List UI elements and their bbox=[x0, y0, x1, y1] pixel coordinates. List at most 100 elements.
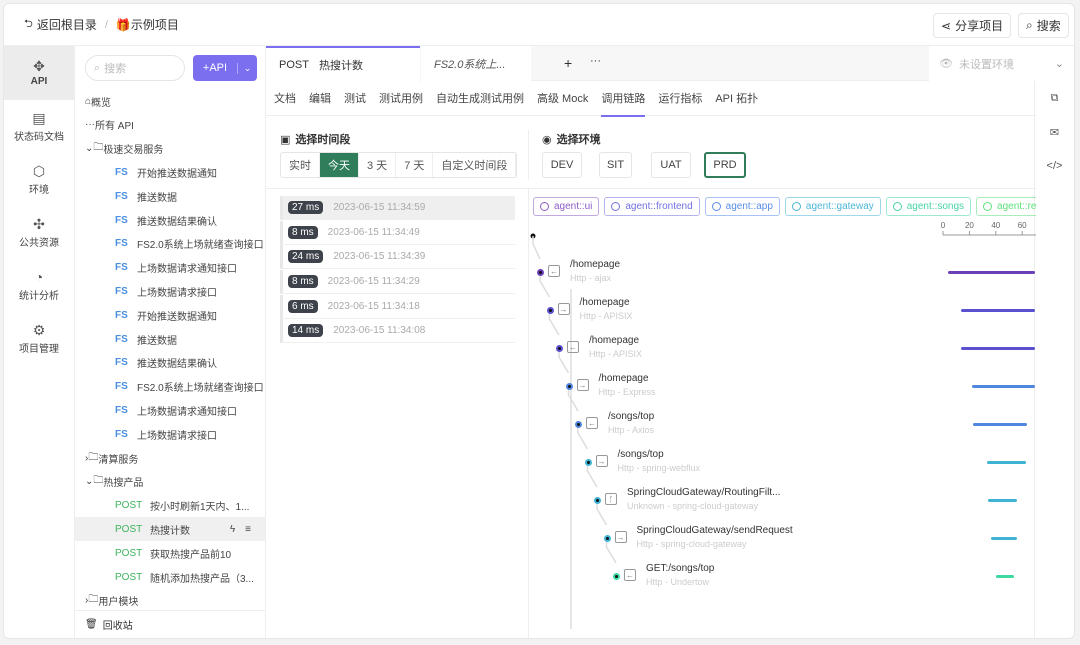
api-name: 随机添加热搜产品（3... bbox=[150, 573, 254, 585]
search-button[interactable]: ⌕ 搜索 bbox=[1018, 13, 1069, 38]
api-name: FS2.0系统上场就绪查询接口 bbox=[137, 383, 264, 395]
tab-hot-search-count[interactable]: POST 热搜计数 bbox=[266, 46, 420, 81]
run-icon[interactable]: ϟ bbox=[230, 524, 235, 535]
trash-item[interactable]: 🗑 回收站 bbox=[75, 610, 265, 638]
enter-icon: ← bbox=[586, 417, 598, 429]
span-duration-bar bbox=[990, 537, 1017, 540]
add-api-button[interactable]: +API ⌄ bbox=[193, 55, 257, 81]
tree-all-api[interactable]: ··· 所有 API bbox=[75, 113, 265, 137]
subtab-0[interactable]: 文档 bbox=[274, 90, 296, 106]
tree-api-item[interactable]: FS 上场数据请求通知接口 bbox=[75, 256, 265, 280]
tree-api-item[interactable]: FS FS2.0系统上场就绪查询接口 bbox=[75, 375, 265, 399]
method-badge: POST bbox=[115, 523, 143, 535]
span-node[interactable]: → SpringCloudGateway/sendRequest Http - sp… bbox=[603, 525, 904, 559]
nav-item-4[interactable]: ◔ 统计分析 bbox=[4, 259, 74, 312]
add-tab-icon[interactable]: + bbox=[564, 55, 572, 71]
tree-api-item[interactable]: POST 按小时刷新1天内、1... bbox=[75, 494, 265, 518]
timestamp: 2023-06-15 11:34:39 bbox=[333, 251, 426, 263]
tree-folder[interactable]: ⌄ 🗀 极速交易服务 bbox=[75, 137, 265, 161]
time-option-2[interactable]: 3 天 bbox=[359, 153, 397, 177]
tree-api-item[interactable]: FS 推送数据结果确认 bbox=[75, 351, 265, 375]
chevron-down-icon[interactable]: ⌄ bbox=[237, 62, 257, 74]
span-node[interactable]: → /homepage Http - Express bbox=[565, 373, 866, 407]
env-title: 选择环境 bbox=[556, 134, 601, 146]
trace-record[interactable]: 6 ms 2023-06-15 11:34:18 bbox=[280, 294, 515, 319]
tab-method: POST bbox=[279, 58, 309, 71]
back-icon[interactable]: ⮌ bbox=[24, 15, 33, 34]
tree-api-item[interactable]: FS 开始推送数据通知 bbox=[75, 303, 265, 327]
span-node[interactable]: ← /songs/top Http - Axios bbox=[575, 411, 875, 445]
tree-overview[interactable]: ⌂ 概览 bbox=[75, 89, 265, 113]
subtab-4[interactable]: 自动生成测试用例 bbox=[436, 90, 524, 106]
nav-item-3[interactable]: ✣ 公共资源 bbox=[4, 206, 74, 259]
tree-api-item[interactable]: FS 开始推送数据通知 bbox=[75, 160, 265, 184]
tree-api-item[interactable]: FS 上场数据请求接口 bbox=[75, 279, 265, 303]
span-node[interactable]: → /songs/top Http - spring-webflux bbox=[584, 449, 885, 483]
tree-search-input[interactable]: ⌕ 搜索 bbox=[85, 55, 185, 81]
subtab-2[interactable]: 测试 bbox=[344, 90, 366, 106]
environment-select[interactable]: 👁 未设置环境 ⌄ bbox=[929, 46, 1074, 81]
nav-label: 统计分析 bbox=[19, 290, 59, 302]
nav-item-1[interactable]: ▤ 状态码文档 bbox=[4, 100, 74, 153]
span-type: Http - spring-webflux bbox=[617, 463, 701, 473]
subtab-8[interactable]: API 拓扑 bbox=[715, 90, 758, 106]
span-node[interactable]: ᚴ SpringCloudGateway/RoutingFilt... Unknow… bbox=[594, 487, 894, 521]
tree-folder[interactable]: › 🗀 清算服务 bbox=[75, 446, 265, 470]
chevron-down-icon: ⌄ bbox=[85, 143, 94, 155]
subtab-6[interactable]: 调用链路 bbox=[601, 90, 646, 117]
env-button-prd[interactable]: PRD bbox=[704, 152, 746, 178]
env-button-sit[interactable]: SIT bbox=[599, 152, 632, 178]
tree-api-item[interactable]: FS 上场数据请求通知接口 bbox=[75, 398, 265, 422]
trace-record[interactable]: 27 ms 2023-06-15 11:34:59 bbox=[280, 196, 515, 220]
env-button-dev[interactable]: DEV bbox=[542, 152, 582, 178]
time-option-0[interactable]: 实时 bbox=[281, 153, 320, 177]
code-icon[interactable]: </> bbox=[1035, 149, 1074, 183]
span-node[interactable]: ← GET:/songs/top Http - Undertow bbox=[613, 563, 913, 597]
more-icon[interactable]: ··· bbox=[590, 55, 601, 67]
tree-folder[interactable]: ⌄ 🗀 热搜产品 bbox=[75, 470, 265, 494]
trace-record[interactable]: 8 ms 2023-06-15 11:34:49 bbox=[280, 220, 515, 245]
project-name[interactable]: 示例项目 bbox=[131, 16, 179, 33]
share-project-button[interactable]: ⋖ 分享项目 bbox=[933, 13, 1012, 38]
span-dot bbox=[613, 573, 620, 580]
env-button-uat[interactable]: UAT bbox=[651, 152, 691, 178]
back-to-root-link[interactable]: 返回根目录 bbox=[37, 16, 97, 33]
tree-api-item[interactable]: FS 推送数据 bbox=[75, 184, 265, 208]
nav-item-0[interactable]: ✥ API bbox=[4, 46, 74, 100]
tree-api-item[interactable]: FS FS2.0系统上场就绪查询接口 bbox=[75, 232, 265, 256]
tree-api-item[interactable]: FS 推送数据 bbox=[75, 327, 265, 351]
folder-label: 清算服务 bbox=[98, 454, 139, 466]
span-node[interactable]: → /homepage Http - APISIX bbox=[546, 297, 847, 331]
menu-icon[interactable]: ≡ bbox=[245, 524, 251, 535]
trace-record[interactable]: 14 ms 2023-06-15 11:34:08 bbox=[280, 319, 515, 344]
time-option-4[interactable]: 自定义时间段 bbox=[433, 153, 517, 177]
tree-api-item[interactable]: FS 上场数据请求接口 bbox=[75, 422, 265, 446]
enter-icon: ← bbox=[567, 341, 579, 353]
span-duration-bar bbox=[986, 461, 1027, 464]
tree-api-item[interactable]: POST 获取热搜产品前10 bbox=[75, 541, 265, 565]
tree-api-item[interactable]: POST 热搜计数 ϟ ≡ bbox=[75, 517, 265, 542]
trace-record[interactable]: 24 ms 2023-06-15 11:34:39 bbox=[280, 245, 515, 270]
nav-item-5[interactable]: ⚙ 项目管理 bbox=[4, 312, 74, 365]
comment-icon[interactable]: ⧉ bbox=[1035, 81, 1074, 115]
trace-record[interactable]: 8 ms 2023-06-15 11:34:29 bbox=[280, 270, 515, 295]
mail-icon[interactable]: ✉ bbox=[1035, 115, 1074, 149]
nav-item-2[interactable]: ⬡ 环境 bbox=[4, 153, 74, 206]
method-badge: POST bbox=[115, 547, 143, 559]
tree-api-item[interactable]: FS 推送数据结果确认 bbox=[75, 208, 265, 232]
time-option-3[interactable]: 7 天 bbox=[396, 153, 434, 177]
main-panel: POST 热搜计数 FS2.0系统上... + ··· 👁 未设置环境 ⌄ 文档 编辑测… bbox=[266, 46, 1074, 638]
span-name: /songs/top bbox=[617, 449, 664, 460]
chevron-down-icon: ⌄ bbox=[85, 476, 94, 488]
tree-api-item[interactable]: POST 随机添加热搜产品（3... bbox=[75, 565, 265, 589]
subtab-1[interactable]: 编辑 bbox=[309, 90, 331, 106]
folder-icon: 🗀 bbox=[93, 142, 104, 154]
span-node[interactable]: ← /homepage Http - ajax bbox=[537, 259, 837, 293]
subtab-5[interactable]: 高级 Mock bbox=[537, 90, 588, 106]
subtab-3[interactable]: 测试用例 bbox=[379, 90, 423, 106]
subtab-7[interactable]: 运行指标 bbox=[658, 90, 702, 106]
time-option-1[interactable]: 今天 bbox=[320, 153, 359, 177]
method-badge: FS bbox=[115, 333, 128, 345]
tab-fs20[interactable]: FS2.0系统上... bbox=[421, 46, 531, 81]
span-node[interactable]: ← /homepage Http - APISIX bbox=[556, 335, 856, 369]
